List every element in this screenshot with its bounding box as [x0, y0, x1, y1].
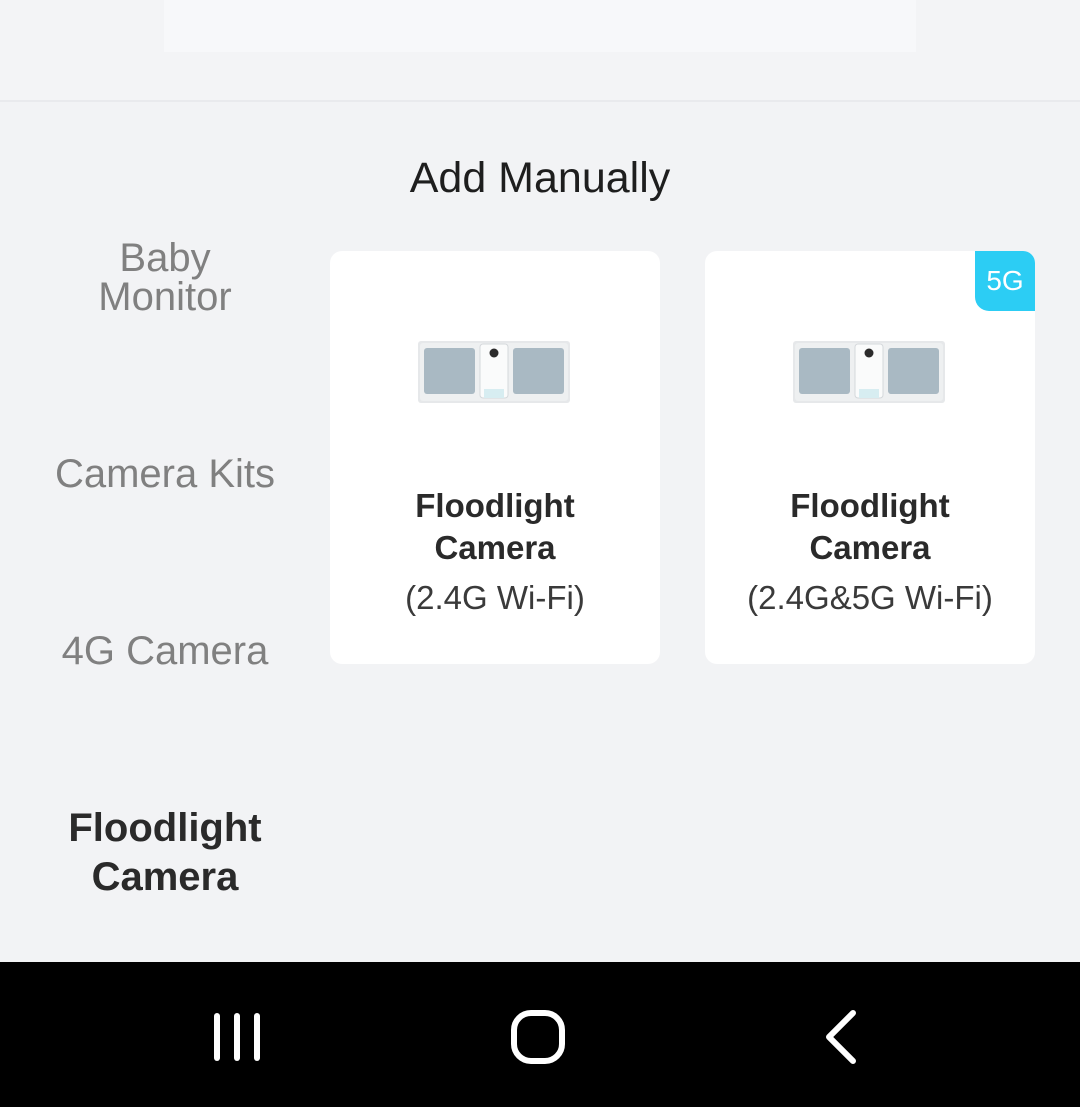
product-subtitle: (2.4G Wi-Fi)	[405, 579, 585, 616]
product-name-line1: Floodlight	[415, 487, 575, 524]
5g-badge: 5G	[975, 251, 1035, 311]
top-panel-inner	[164, 0, 916, 52]
product-name-line2: Camera	[434, 529, 556, 566]
back-button[interactable]	[791, 1002, 891, 1072]
home-button[interactable]	[488, 1002, 588, 1072]
recent-apps-button[interactable]	[187, 1002, 287, 1072]
sidebar-item-4g-camera[interactable]: 4G Camera	[0, 627, 330, 675]
home-icon	[511, 1010, 565, 1064]
product-card-floodlight-dual-band[interactable]: 5G Floodlight Camera (2.4G&5G Wi-Fi)	[705, 251, 1035, 664]
product-name-line1: Floodlight	[790, 487, 950, 524]
floodlight-camera-icon	[793, 341, 945, 403]
system-nav-bar	[0, 962, 1080, 1107]
product-card-floodlight-2-4g[interactable]: Floodlight Camera (2.4G Wi-Fi)	[330, 251, 660, 664]
recent-apps-icon	[214, 1013, 260, 1061]
section-title: Add Manually	[409, 154, 671, 202]
category-sidebar: Baby Monitor Camera Kits 4G Camera Flood…	[0, 236, 330, 962]
product-name-line2: Camera	[809, 529, 931, 566]
top-panel	[0, 0, 1080, 102]
sidebar-item-floodlight-camera-line1[interactable]: Floodlight	[0, 804, 330, 852]
sidebar-item-camera-kits[interactable]: Camera Kits	[0, 450, 330, 498]
product-subtitle: (2.4G&5G Wi-Fi)	[747, 579, 993, 616]
floodlight-camera-icon	[418, 341, 570, 403]
sidebar-item-floodlight-camera-line2[interactable]: Camera	[0, 853, 330, 901]
sidebar-item-baby-monitor-line2[interactable]: Monitor	[0, 273, 330, 321]
back-icon	[826, 1010, 856, 1064]
